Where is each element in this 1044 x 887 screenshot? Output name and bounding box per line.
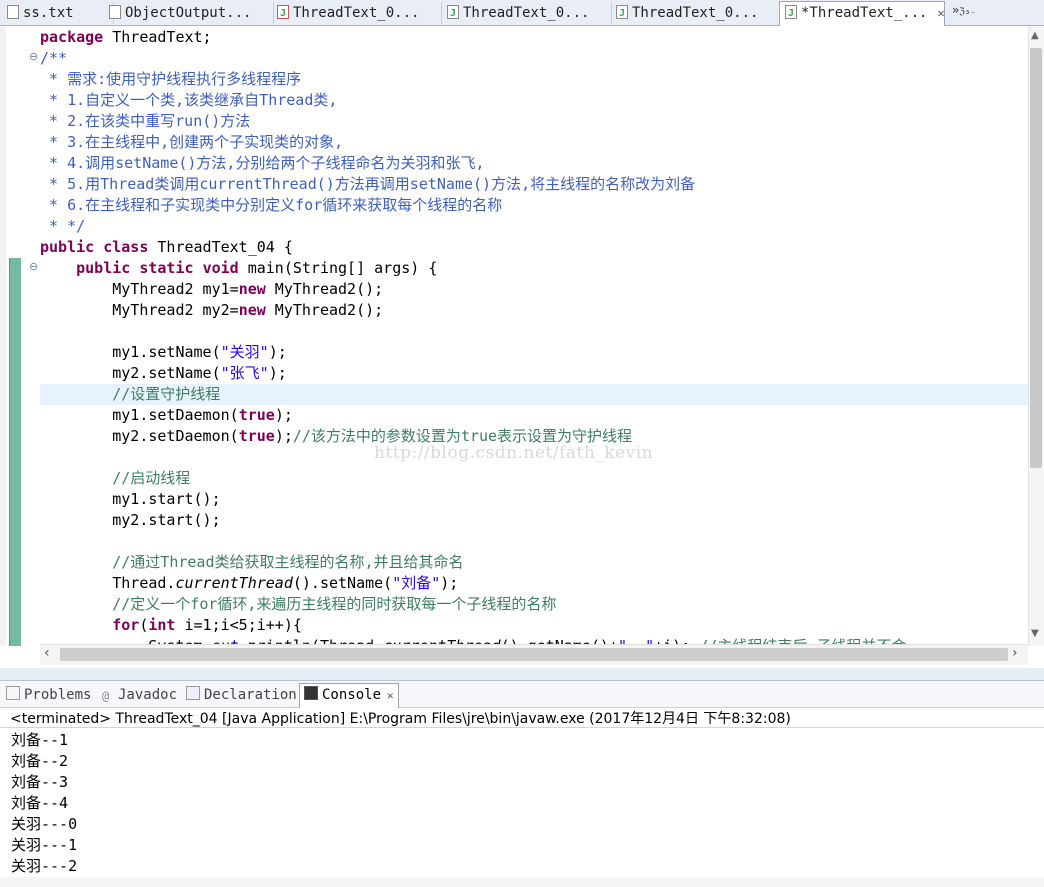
editor-tab-objectoutput[interactable]: ObjectOutput... [104, 2, 274, 24]
tab-javadoc[interactable]: @ Javadoc [102, 684, 177, 706]
console-line: 关羽---0 [11, 815, 78, 833]
code-line: /** [40, 49, 68, 67]
javadoc-icon: @ [102, 689, 110, 703]
console-line: 刘备--3 [11, 773, 69, 791]
java-file-icon [616, 3, 628, 24]
panel-separator[interactable] [0, 668, 1044, 680]
vertical-scroll-thumb[interactable] [1030, 48, 1042, 468]
console-line: 关羽---2 [11, 857, 78, 875]
code-line: * 5.用Thread类调用currentThread()方法再调用setNam… [40, 175, 696, 193]
code-line: * 1.自定义一个类,该类继承自Thread类, [40, 91, 338, 109]
close-console-icon[interactable]: ✕ [387, 689, 394, 702]
tab-label: Problems [24, 687, 92, 703]
console-line: 关羽---1 [11, 836, 78, 854]
problems-icon [6, 686, 20, 700]
tab-overflow-button[interactable]: »ℨ₃₋ [952, 3, 980, 17]
tab-label: Javadoc [118, 687, 178, 703]
current-code-line: //设置守护线程 [40, 384, 1028, 405]
code-editor[interactable]: ⊖ ⊖ package ThreadText; /** * 需求:使用守护线程执… [0, 26, 1044, 668]
tab-label: ObjectOutput... [125, 5, 252, 21]
bottom-panel-tabs: Problems @ Javadoc Declaration Console ✕ [0, 680, 1044, 708]
declaration-icon [186, 686, 200, 700]
horizontal-scroll-thumb[interactable] [60, 648, 1008, 661]
editor-tab-threadtext-3[interactable]: ThreadText_0... [611, 2, 781, 24]
code-line: * 2.在该类中重写run()方法 [40, 112, 251, 130]
editor-tab-threadtext-2[interactable]: ThreadText_0... [442, 2, 612, 24]
code-line: my1.setName("关羽"); [40, 343, 287, 361]
tab-label: ss.txt [23, 5, 74, 21]
editor-tab-threadtext-active[interactable]: *ThreadText_... ✕ [779, 1, 945, 26]
code-line: public class ThreadText_04 { [40, 238, 293, 256]
console-partial-row [0, 877, 1044, 887]
scroll-left-arrow-icon[interactable]: ‹ [44, 645, 50, 661]
scroll-down-arrow-icon[interactable]: ▼ [1031, 628, 1039, 639]
code-area[interactable]: package ThreadText; /** * 需求:使用守护线程执行多线程… [40, 26, 1028, 646]
code-line: * 3.在主线程中,创建两个子实现类的对象, [40, 133, 344, 151]
fold-collapse-icon[interactable]: ⊖ [29, 260, 38, 273]
fold-collapse-icon[interactable]: ⊖ [29, 50, 38, 63]
editor-tab-ss-txt[interactable]: ss.txt [2, 2, 114, 24]
watermark-text: http://blog.csdn.net/fath_kevin [374, 443, 654, 463]
close-tab-icon[interactable]: ✕ [937, 2, 944, 24]
code-line: my2.setName("张飞"); [40, 364, 287, 382]
overview-ruler [0, 26, 6, 646]
editor-tab-bar: ss.txt ObjectOutput... ThreadText_0... T… [0, 0, 1044, 26]
tab-problems[interactable]: Problems [6, 684, 91, 706]
tab-label: ThreadText_0... [463, 5, 590, 21]
code-line: my1.start(); [40, 490, 221, 508]
change-indicator-bar [9, 258, 21, 646]
console-line: 刘备--1 [11, 731, 69, 749]
code-line: for(int i=1;i<5;i++){ [112, 616, 302, 634]
code-line: //通过Thread类给获取主线程的名称,并且给其命名 [112, 553, 464, 571]
console-line: 刘备--2 [11, 752, 69, 770]
tab-console[interactable]: Console ✕ [299, 683, 399, 708]
code-line: * 6.在主线程和子实现类中分别定义for循环来获取每个线程的名称 [40, 196, 503, 214]
java-file-icon [447, 3, 459, 24]
scroll-right-arrow-icon[interactable]: › [1012, 645, 1018, 661]
code-line: public static void main(String[] args) { [76, 259, 438, 277]
tab-label: Console [322, 687, 382, 703]
code-line: MyThread2 my2=new MyThread2(); [40, 301, 384, 319]
tab-declaration[interactable]: Declaration [186, 684, 297, 706]
code-line: * 4.调用setName()方法,分别给两个子线程命名为关羽和张飞, [40, 154, 485, 172]
code-line: //启动线程 [112, 469, 191, 487]
divider [0, 727, 1044, 728]
tab-label: ThreadText_0... [293, 5, 420, 21]
text-file-icon [109, 5, 121, 19]
text-file-icon [7, 5, 19, 19]
code-line: * 需求:使用守护线程执行多线程程序 [40, 70, 302, 88]
scroll-up-arrow-icon[interactable]: ▲ [1031, 30, 1039, 41]
editor-tab-threadtext-1[interactable]: ThreadText_0... [272, 2, 442, 24]
tab-label: Declaration [204, 687, 297, 703]
console-icon [304, 686, 318, 700]
code-line: * */ [40, 217, 86, 235]
code-line: my2.start(); [40, 511, 221, 529]
code-line: //定义一个for循环,来遍历主线程的同时获取每一个子线程的名称 [112, 595, 557, 613]
tab-label: *ThreadText_... [801, 5, 928, 21]
code-line: package ThreadText; [40, 28, 212, 46]
code-line: my1.setDaemon(true); [40, 406, 293, 424]
console-status-header: <terminated> ThreadText_04 [Java Applica… [10, 711, 791, 727]
java-file-icon [785, 3, 797, 25]
code-line: MyThread2 my1=new MyThread2(); [40, 280, 384, 298]
tab-label: ThreadText_0... [632, 5, 759, 21]
java-file-error-icon [277, 3, 289, 24]
console-line: 刘备--4 [11, 794, 69, 812]
code-line: Thread.currentThread().setName("刘备"); [40, 574, 459, 592]
